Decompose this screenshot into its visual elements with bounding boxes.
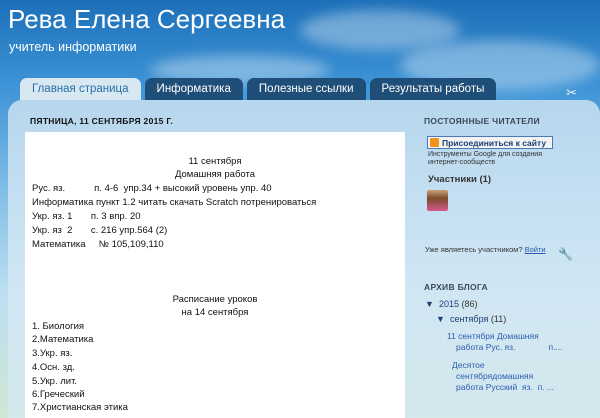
member-question-text: Уже являетесь участником? bbox=[425, 245, 523, 254]
archive-post-link[interactable]: Десятое bbox=[452, 360, 485, 371]
schedule-item: 6.Греческий bbox=[32, 389, 85, 400]
followers-heading: ПОСТОЯННЫЕ ЧИТАТЕЛИ bbox=[424, 116, 540, 126]
archive-post-link[interactable]: работа Русский яз. п. ... bbox=[456, 382, 554, 393]
tab-informatics[interactable]: Информатика bbox=[144, 78, 243, 100]
archive-post-link[interactable]: работа Рус. яз. п.... bbox=[456, 342, 563, 353]
archive-month-count: (11) bbox=[490, 314, 507, 324]
schedule-item: 3.Укр. яз. bbox=[32, 348, 73, 359]
participants-label: Участники (1) bbox=[428, 174, 492, 185]
triangle-down-icon[interactable]: ▼ bbox=[436, 314, 445, 324]
triangle-down-icon[interactable]: ▼ bbox=[425, 299, 434, 309]
wrench-icon[interactable]: 🔧 bbox=[558, 247, 573, 261]
schedule-item: 1. Биология bbox=[32, 321, 85, 332]
tab-home[interactable]: Главная страница bbox=[20, 78, 141, 100]
archive-heading: АРХИВ БЛОГА bbox=[424, 282, 488, 292]
post-heading-title: Домашняя работа bbox=[174, 169, 256, 180]
homework-line: Укр. яз 2 с. 216 упр.564 (2) bbox=[32, 225, 168, 236]
archive-year-label[interactable]: 2015 bbox=[439, 299, 459, 309]
member-question: Уже являетесь участником? Войти bbox=[425, 245, 546, 254]
post-date-header: ПЯТНИЦА, 11 СЕНТЯБРЯ 2015 Г. bbox=[30, 116, 174, 126]
blogger-icon bbox=[430, 138, 439, 147]
schedule-item: 5.Укр. лит. bbox=[32, 376, 78, 387]
schedule-item: 2.Математика bbox=[32, 334, 94, 345]
join-site-label: Присоединиться к сайту bbox=[442, 137, 547, 148]
homework-line: Информатика пункт 1.2 читать скачать Scr… bbox=[32, 197, 317, 208]
tab-results[interactable]: Результаты работы bbox=[369, 78, 497, 100]
avatar[interactable] bbox=[427, 190, 448, 211]
blog-description: учитель информатики bbox=[9, 40, 137, 54]
archive-year-count: (86) bbox=[461, 299, 478, 309]
archive-post-link[interactable]: 11 сентября Домашняя bbox=[447, 331, 539, 342]
schedule-item: 4.Осн. зд. bbox=[32, 362, 75, 373]
archive-month-label[interactable]: сентября bbox=[450, 314, 488, 324]
archive-year[interactable]: ▼ 2015 (86) bbox=[425, 299, 478, 309]
cloud bbox=[300, 10, 460, 50]
schedule-item: 7.Христианская этика bbox=[32, 402, 128, 413]
homework-line: Рус. яз. п. 4-6 упр.34 + высокий уровень… bbox=[32, 183, 272, 194]
login-link[interactable]: Войти bbox=[525, 245, 546, 254]
schedule-title: Расписание уроков bbox=[172, 294, 258, 305]
page-tabs: Главная страница Информатика Полезные сс… bbox=[20, 78, 497, 100]
schedule-date: на 14 сентября bbox=[181, 307, 249, 318]
post-heading-date: 11 сентября bbox=[188, 156, 242, 167]
blog-title[interactable]: Рева Елена Сергеевна bbox=[8, 4, 285, 35]
homework-line: Математика № 105,109,110 bbox=[32, 239, 164, 250]
archive-month[interactable]: ▼ сентября (11) bbox=[436, 314, 506, 324]
tab-useful-links[interactable]: Полезные ссылки bbox=[246, 78, 366, 100]
scissors-icon[interactable]: ✂ bbox=[566, 85, 577, 101]
homework-line: Укр. яз. 1 п. 3 впр. 20 bbox=[32, 211, 141, 222]
archive-post-link[interactable]: сентябрядомашняя bbox=[456, 371, 533, 382]
follow-note: интернет-сообществ bbox=[428, 159, 496, 166]
join-site-button[interactable]: Присоединиться к сайту bbox=[427, 136, 553, 149]
